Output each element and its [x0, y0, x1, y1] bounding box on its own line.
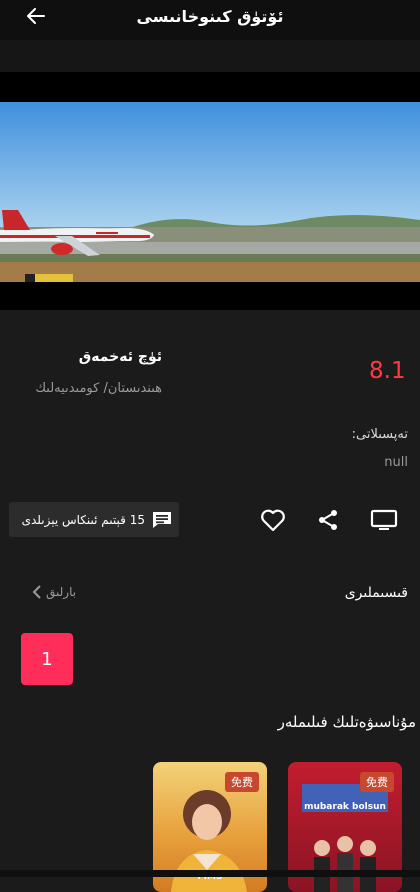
heart-icon [261, 509, 285, 532]
video-player[interactable] [0, 72, 420, 310]
episode-button-1[interactable]: 1 [21, 633, 73, 685]
related-movies-title: مۇناسىۋەتلىك فىلىملەر [277, 713, 416, 731]
movie-title: ئۈچ ئەخمەق [78, 349, 162, 365]
header-spacer [0, 40, 420, 72]
description-label: تەپسىلاتى: [351, 427, 408, 442]
chevron-left-icon [32, 585, 41, 599]
page-title: ئۆتۈق كىنوخانىسى [136, 7, 284, 26]
movie-score: 8.1 [369, 358, 406, 384]
share-icon [319, 510, 337, 530]
share-button[interactable] [314, 506, 342, 534]
description-value: null [384, 455, 408, 470]
favorite-button[interactable] [259, 506, 287, 534]
bottom-bar [0, 870, 420, 877]
episodes-all-link[interactable]: بارلىق [32, 584, 76, 600]
comments-count-label: 15 قېتىم ئىنكاس يېزىلدى [21, 512, 145, 527]
free-badge: 免费 [360, 772, 394, 792]
top-bar: ئۆتۈق كىنوخانىسى [0, 0, 420, 40]
movie-genre: ھىندىستان/ كومىدىيەلىك [35, 381, 162, 396]
video-frame [0, 102, 420, 282]
comments-button[interactable]: 15 قېتىم ئىنكاس يېزىلدى [9, 502, 179, 537]
episodes-all-label: بارلىق [46, 585, 77, 599]
free-badge: 免费 [225, 772, 259, 792]
episodes-title: قىسىملىرى [344, 585, 408, 601]
cast-tv-button[interactable] [370, 506, 398, 534]
comment-icon [153, 511, 171, 528]
card-caption: mubarak bolsun [304, 802, 386, 812]
tv-icon [370, 509, 398, 530]
